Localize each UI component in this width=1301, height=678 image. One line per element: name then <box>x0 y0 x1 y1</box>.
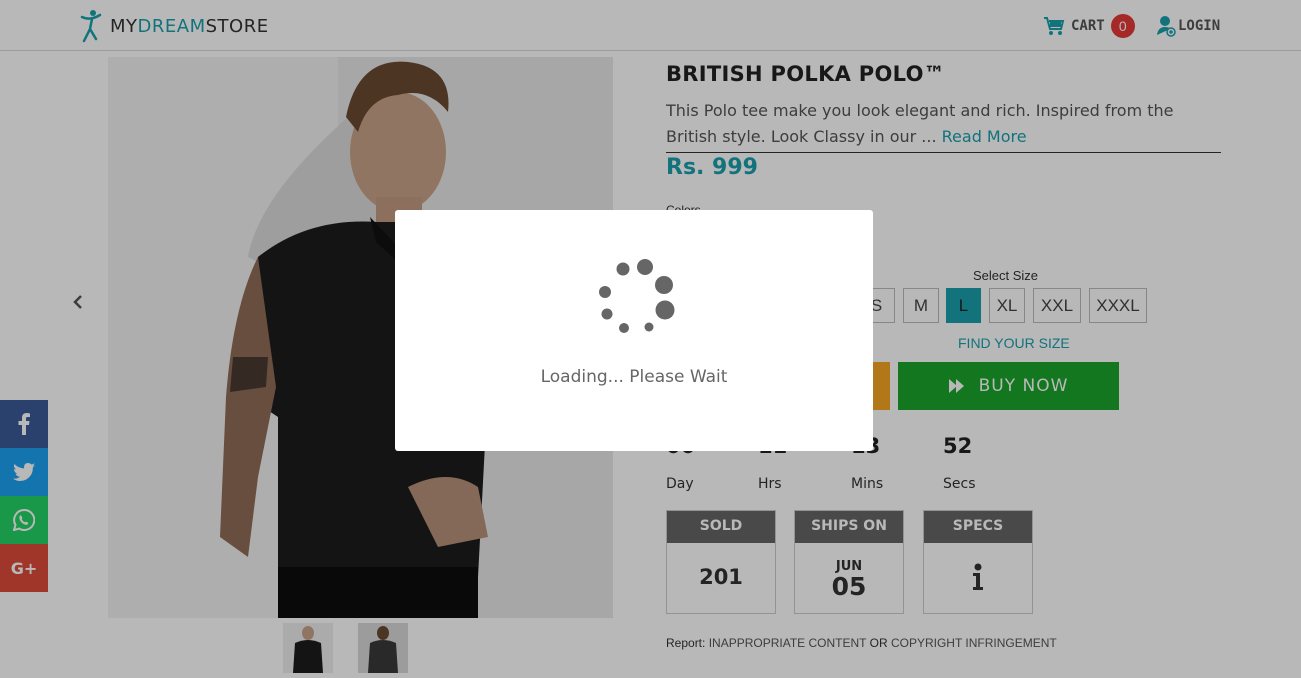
loading-overlay: Loading... Please Wait <box>0 0 1301 678</box>
loading-message: Loading... Please Wait <box>540 367 728 387</box>
product-page: MYDREAMSTORE CART 0 LOGIN BRITISH POLKA … <box>0 0 1301 678</box>
loading-modal: Loading... Please Wait <box>395 210 873 451</box>
loading-spinner-icon <box>599 259 675 333</box>
